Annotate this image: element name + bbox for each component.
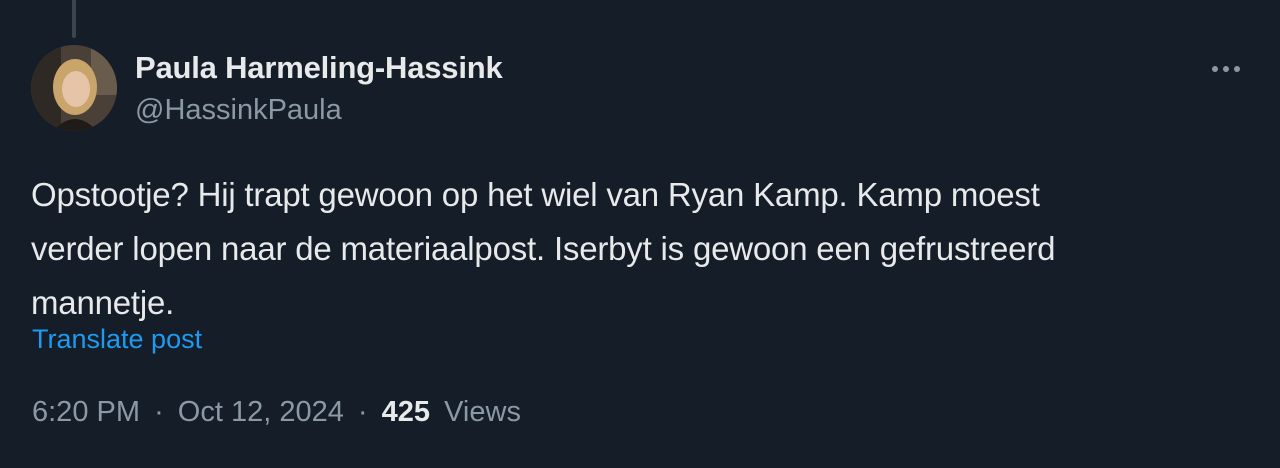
tweet-time[interactable]: 6:20 PM	[32, 396, 140, 428]
author-display-name[interactable]: Paula Harmeling-Hassink	[135, 50, 503, 86]
more-horizontal-icon	[1211, 66, 1241, 72]
tweet-text-line: Opstootje? Hij trapt gewoon op het wiel …	[31, 176, 1040, 213]
avatar[interactable]	[31, 45, 117, 131]
tweet-text-line: mannetje.	[31, 284, 175, 321]
more-options-button[interactable]	[1206, 54, 1246, 84]
tweet-date[interactable]: Oct 12, 2024	[178, 396, 344, 428]
tweet-meta: 6:20 PM · Oct 12, 2024 · 425 Views	[32, 396, 521, 429]
tweet-text-line: verder lopen naar de materiaalpost. Iser…	[31, 230, 1056, 267]
tweet-card: Paula Harmeling-Hassink @HassinkPaula Op…	[0, 0, 1280, 468]
author-handle[interactable]: @HassinkPaula	[135, 94, 342, 127]
translate-post-link[interactable]: Translate post	[32, 324, 202, 355]
thread-connector-line	[72, 0, 76, 38]
views-count: 425	[381, 396, 431, 428]
meta-separator: ·	[154, 396, 164, 428]
meta-separator: ·	[357, 396, 368, 428]
tweet-text: Opstootje? Hij trapt gewoon op het wiel …	[31, 168, 1246, 330]
views-label: Views	[444, 396, 521, 428]
